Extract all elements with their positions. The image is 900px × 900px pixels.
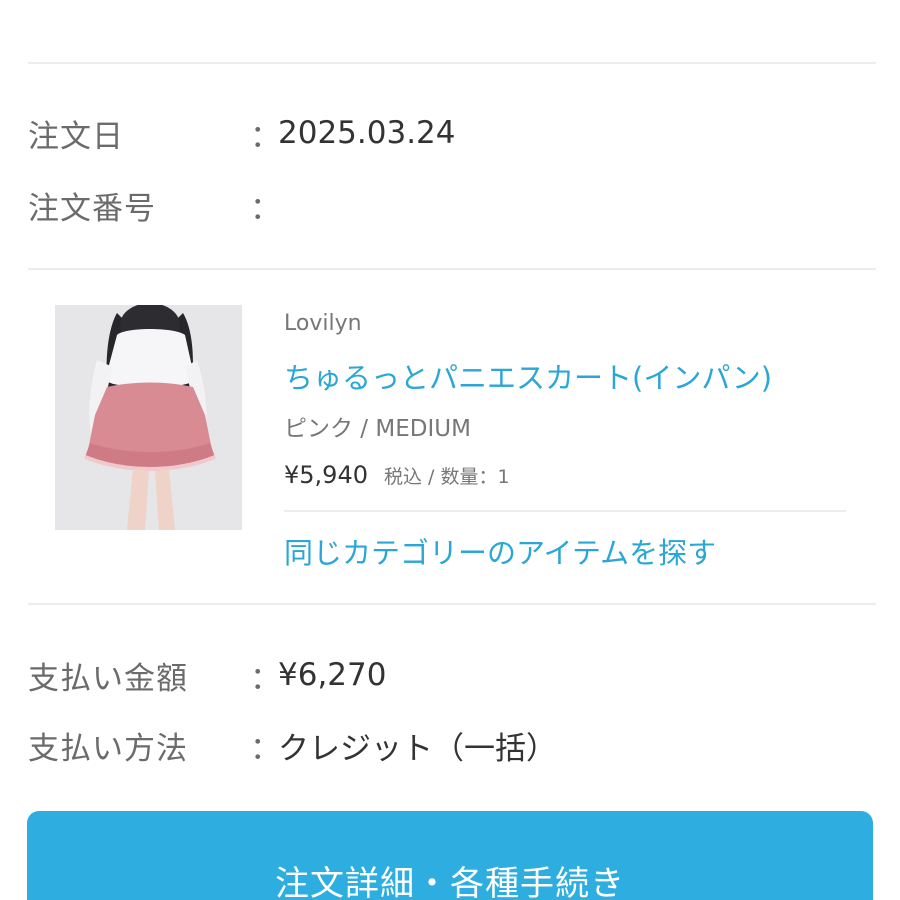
order-number-label: 注文番号: [28, 190, 156, 227]
price-line: ¥5,940 税込 / 数量：1: [284, 461, 510, 489]
payment-amount-label: 支払い金額: [28, 660, 188, 697]
product-photo-illustration: [55, 305, 242, 530]
product-name-link[interactable]: ちゅるっとパニエスカート(インパン): [284, 355, 772, 397]
payment-method-label: 支払い方法: [28, 730, 188, 767]
price-tax-quantity: 税込 / 数量：1: [383, 466, 510, 488]
order-details-button-label: 注文詳細・各種手続き: [275, 864, 625, 900]
payment-method-colon: ：: [250, 730, 281, 767]
product-brand: Lovilyn: [284, 311, 362, 336]
order-date-row: 注文日 ： 2025.03.24: [28, 108, 456, 158]
order-card: 注文日 ： 2025.03.24 注文番号 ： Lovilyn ちゅるっとパニエ…: [0, 0, 900, 900]
product-image[interactable]: [55, 305, 242, 530]
order-number-colon: ：: [250, 190, 281, 227]
order-date-value: 2025.03.24: [278, 115, 456, 151]
payment-method-row: 支払い方法 ： クレジット（一括）: [28, 720, 557, 770]
payment-amount-row: 支払い金額 ： ¥6,270: [28, 650, 386, 700]
order-date-label: 注文日: [28, 118, 124, 155]
order-info-divider: [28, 268, 876, 270]
payment-amount-value: ¥6,270: [278, 657, 387, 693]
order-details-button[interactable]: 注文詳細・各種手続き: [27, 811, 873, 900]
product-divider: [28, 603, 876, 605]
product-price: ¥5,940: [284, 461, 368, 489]
order-number-row: 注文番号 ：: [28, 180, 281, 230]
product-variant: ピンク / MEDIUM: [284, 416, 471, 442]
same-category-link[interactable]: 同じカテゴリーのアイテムを探す: [284, 530, 716, 572]
product-inner-divider: [284, 510, 846, 512]
top-divider: [28, 62, 876, 64]
payment-amount-colon: ：: [250, 660, 281, 697]
payment-method-value: クレジット（一括）: [278, 730, 557, 767]
order-date-colon: ：: [250, 118, 281, 155]
